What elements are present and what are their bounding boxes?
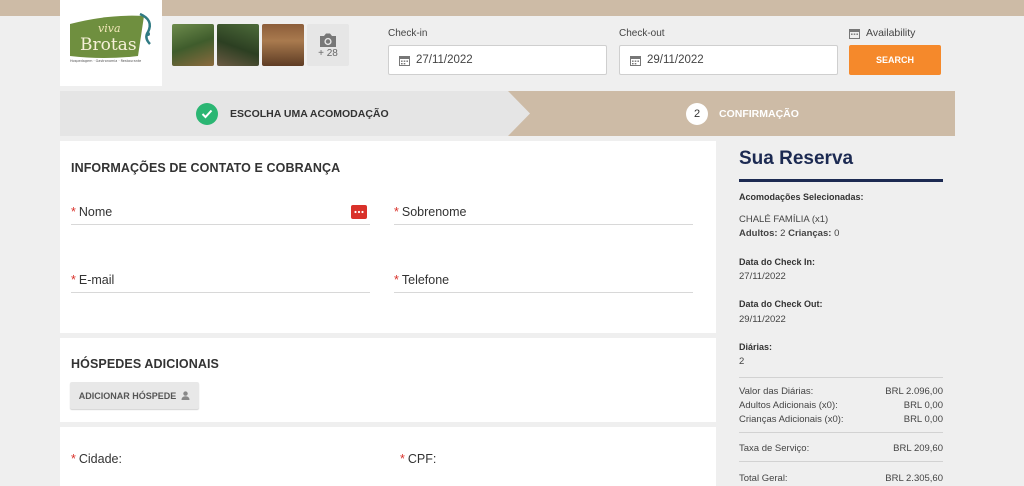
total-line: Total Geral: BRL 2.305,60 xyxy=(739,473,943,484)
required-mark: * xyxy=(71,205,76,219)
summary-divider xyxy=(739,432,943,433)
occupancy: Adultos: 2 Crianças: 0 xyxy=(739,228,839,239)
check-icon xyxy=(196,102,218,125)
nights-value: 2 xyxy=(739,356,745,367)
guests-title: HÓSPEDES ADICIONAIS xyxy=(71,357,219,371)
telefone-field[interactable]: * Telefone xyxy=(394,273,693,293)
total-label: Total Geral: xyxy=(739,473,788,484)
children-value: 0 xyxy=(834,228,840,239)
telefone-label: Telefone xyxy=(401,273,450,287)
reservation-summary: Sua Reserva Acomodações Selecionadas: CH… xyxy=(716,141,955,486)
cidade-field[interactable]: * Cidade: xyxy=(71,452,370,472)
checkout-summary-label: Data do Check Out: xyxy=(739,299,823,309)
logo-word-brotas: Brotas xyxy=(80,35,137,55)
step-2-number: 2 xyxy=(686,102,708,125)
contact-section: INFORMAÇÕES DE CONTATO E COBRANÇA * Nome … xyxy=(60,141,716,333)
step-choose-accommodation[interactable]: ESCOLHA UMA ACOMODAÇÃO xyxy=(60,91,530,136)
camera-icon xyxy=(320,33,336,47)
required-mark: * xyxy=(394,205,399,219)
checkout-label: Check-out xyxy=(619,28,665,39)
search-button[interactable]: SEARCH xyxy=(849,45,941,75)
price-line: Crianças Adicionais (x0): BRL 0,00 xyxy=(739,414,943,425)
step-1-label: ESCOLHA UMA ACOMODAÇÃO xyxy=(230,107,389,120)
summary-divider xyxy=(739,461,943,462)
nome-field[interactable]: * Nome xyxy=(71,205,370,225)
gallery-more-count: + 28 xyxy=(318,47,338,59)
checkin-label: Check-in xyxy=(388,28,428,39)
email-label: E-mail xyxy=(78,273,115,287)
logo-container[interactable]: viva Brotas Hospedagem · Gastronomia · R… xyxy=(60,0,162,86)
cidade-label: Cidade: xyxy=(78,452,122,466)
adults-label: Adultos: xyxy=(739,228,778,239)
cpf-label: CPF: xyxy=(407,452,437,466)
checkout-summary-value: 29/11/2022 xyxy=(739,314,786,325)
booking-steps: ESCOLHA UMA ACOMODAÇÃO 2 CONFIRMAÇÃO xyxy=(60,91,955,136)
checkin-value: 27/11/2022 xyxy=(416,54,473,66)
accommodations-label: Acomodações Selecionadas: xyxy=(739,192,864,202)
calendar-icon xyxy=(399,55,410,66)
checkout-input[interactable]: 29/11/2022 xyxy=(619,45,838,75)
children-label: Crianças: xyxy=(788,228,832,239)
address-section: * Cidade: * CPF: xyxy=(60,427,716,486)
additional-guests-section: HÓSPEDES ADICIONAIS ADICIONAR HÓSPEDE xyxy=(60,338,716,422)
service-fee-value: BRL 209,60 xyxy=(893,443,943,454)
price-line-label: Adultos Adicionais (x0): xyxy=(739,400,838,411)
adults-value: 2 xyxy=(780,228,786,239)
logo-tagline: Hospedagem · Gastronomia · Restaurante xyxy=(70,59,141,63)
sobrenome-label: Sobrenome xyxy=(401,205,467,219)
price-line-value: BRL 0,00 xyxy=(903,400,943,411)
required-mark: * xyxy=(71,452,76,466)
price-line-label: Crianças Adicionais (x0): xyxy=(739,414,844,425)
price-line: Valor das Diárias: BRL 2.096,00 xyxy=(739,386,943,397)
summary-divider xyxy=(739,179,943,182)
gallery-thumbnail[interactable] xyxy=(217,24,259,66)
required-mark: * xyxy=(394,273,399,287)
nights-label: Diárias: xyxy=(739,342,773,352)
price-line-value: BRL 0,00 xyxy=(903,414,943,425)
required-mark: * xyxy=(71,273,76,287)
price-line-value: BRL 2.096,00 xyxy=(885,386,943,397)
cpf-field[interactable]: * CPF: xyxy=(400,452,699,472)
gallery-thumbnail[interactable] xyxy=(172,24,214,66)
availability-label: Availability xyxy=(866,27,916,39)
viva-brotas-logo: viva Brotas Hospedagem · Gastronomia · R… xyxy=(70,12,151,63)
checkin-summary-value: 27/11/2022 xyxy=(739,271,786,282)
add-guest-label: ADICIONAR HÓSPEDE xyxy=(78,390,177,401)
price-line-label: Valor das Diárias: xyxy=(739,386,814,397)
gallery-more-button[interactable]: + 28 xyxy=(307,24,349,66)
step-confirmation: 2 CONFIRMAÇÃO xyxy=(686,91,799,136)
price-line: Adultos Adicionais (x0): BRL 0,00 xyxy=(739,400,943,411)
add-guest-button[interactable]: ADICIONAR HÓSPEDE xyxy=(70,382,199,409)
gallery-thumbnail[interactable] xyxy=(262,24,304,66)
total-value: BRL 2.305,60 xyxy=(885,473,943,484)
step-2-label: CONFIRMAÇÃO xyxy=(719,107,799,120)
nome-label: Nome xyxy=(78,205,113,219)
checkout-value: 29/11/2022 xyxy=(647,54,704,66)
checkin-summary-label: Data do Check In: xyxy=(739,257,816,267)
required-mark: * xyxy=(400,452,405,466)
service-fee-label: Taxa de Serviço: xyxy=(739,443,810,454)
summary-title: Sua Reserva xyxy=(739,148,854,169)
photo-gallery: + 28 xyxy=(172,24,349,66)
summary-divider xyxy=(739,377,943,378)
calendar-icon xyxy=(630,55,641,66)
service-fee-line: Taxa de Serviço: BRL 209,60 xyxy=(739,443,943,454)
contact-title: INFORMAÇÕES DE CONTATO E COBRANÇA xyxy=(71,161,341,175)
checkin-input[interactable]: 27/11/2022 xyxy=(388,45,607,75)
availability-link[interactable]: Availability xyxy=(849,27,915,39)
accommodation-name: CHALÉ FAMÍLIA (x1) xyxy=(739,214,829,225)
logo-word-viva: viva xyxy=(98,22,121,35)
password-manager-icon[interactable] xyxy=(351,205,367,219)
email-field[interactable]: * E-mail xyxy=(71,273,370,293)
user-icon xyxy=(181,391,190,400)
calendar-icon xyxy=(849,28,860,39)
sobrenome-field[interactable]: * Sobrenome xyxy=(394,205,693,225)
